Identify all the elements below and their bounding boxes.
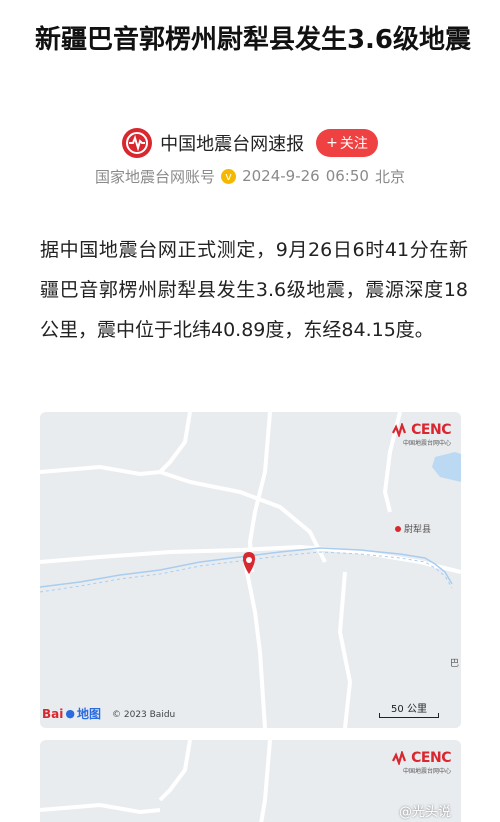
map-terrain: [40, 412, 461, 728]
cenc-logo-icon: [392, 423, 407, 437]
publish-location: 北京: [374, 167, 405, 186]
cenc-badge: CENC 中国地震台网中心: [392, 422, 451, 447]
scale-bar: [379, 713, 439, 718]
baidu-bai-text: Bai: [42, 706, 64, 721]
cenc-text-2: CENC: [411, 750, 451, 766]
map-scale: 50 公里: [379, 700, 439, 718]
source-logo-icon[interactable]: [122, 128, 153, 158]
cenc-logo-icon-2: [392, 751, 407, 765]
follow-label: 关注: [339, 136, 368, 152]
publish-date: 2024-9-26: [242, 167, 320, 185]
cenc-badge-2: CENC 中国地震台网中心: [392, 750, 451, 775]
watermark-text: @光头说: [398, 805, 451, 820]
baidu-paw-icon: ●: [65, 707, 75, 720]
follow-button[interactable]: + 关注: [316, 129, 378, 157]
watermark: @光头说: [399, 801, 451, 820]
publish-time: 06:50: [325, 167, 369, 185]
epicenter-map[interactable]: 尉犁县 巴 CENC 中国地震台网中心 Bai ● 地图 © 2023 Baid…: [40, 412, 461, 728]
source-name[interactable]: 中国地震台网速报: [160, 130, 304, 156]
meta-row: 国家地震台网账号 v 2024-9-26 06:50 北京: [0, 164, 500, 188]
account-type: 国家地震台网账号: [95, 167, 216, 186]
verified-icon: v: [221, 168, 237, 184]
source-row: 中国地震台网速报 + 关注: [0, 126, 500, 160]
map-edge-label: 巴: [450, 659, 460, 669]
article-title: 新疆巴音郭楞州尉犁县发生3.6级地震: [34, 25, 472, 55]
map-copyright: © 2023 Baidu: [112, 710, 176, 720]
baidu-ditu-text: 地图: [76, 707, 101, 721]
county-dot-icon: [395, 526, 401, 532]
article-body: 据中国地震台网正式测定，9月26日6时41分在新疆巴音郭楞州尉犁县发生3.6级地…: [40, 239, 468, 341]
cenc-subtext: 中国地震台网中心: [402, 440, 451, 447]
cenc-subtext-2: 中国地震台网中心: [402, 768, 451, 775]
baidu-map-logo: Bai ● 地图: [42, 705, 101, 722]
county-label: 尉犁县: [404, 525, 432, 535]
cenc-text: CENC: [411, 422, 451, 438]
plus-icon: +: [326, 135, 338, 151]
second-map[interactable]: CENC 中国地震台网中心 @光头说: [40, 740, 461, 822]
